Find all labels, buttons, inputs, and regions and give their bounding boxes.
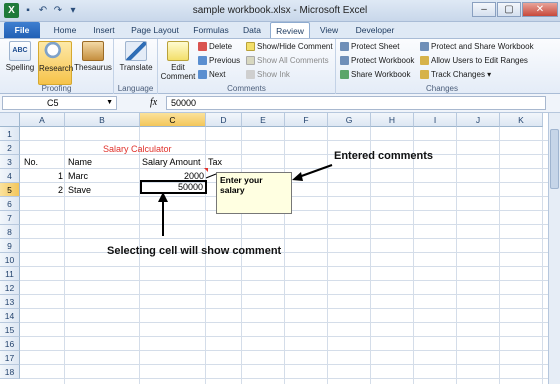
annotation-arrows [158,164,333,236]
comment-connector-line [205,173,217,179]
scrollbar-thumb[interactable] [550,129,559,189]
entered-comments-annotation: Entered comments [334,150,434,162]
selecting-cell-arrowhead [158,192,168,202]
vertical-scrollbar[interactable] [548,113,560,384]
entered-comments-arrowhead [292,172,303,181]
selecting-cell-annotation: Selecting cell will show comment [107,245,282,257]
